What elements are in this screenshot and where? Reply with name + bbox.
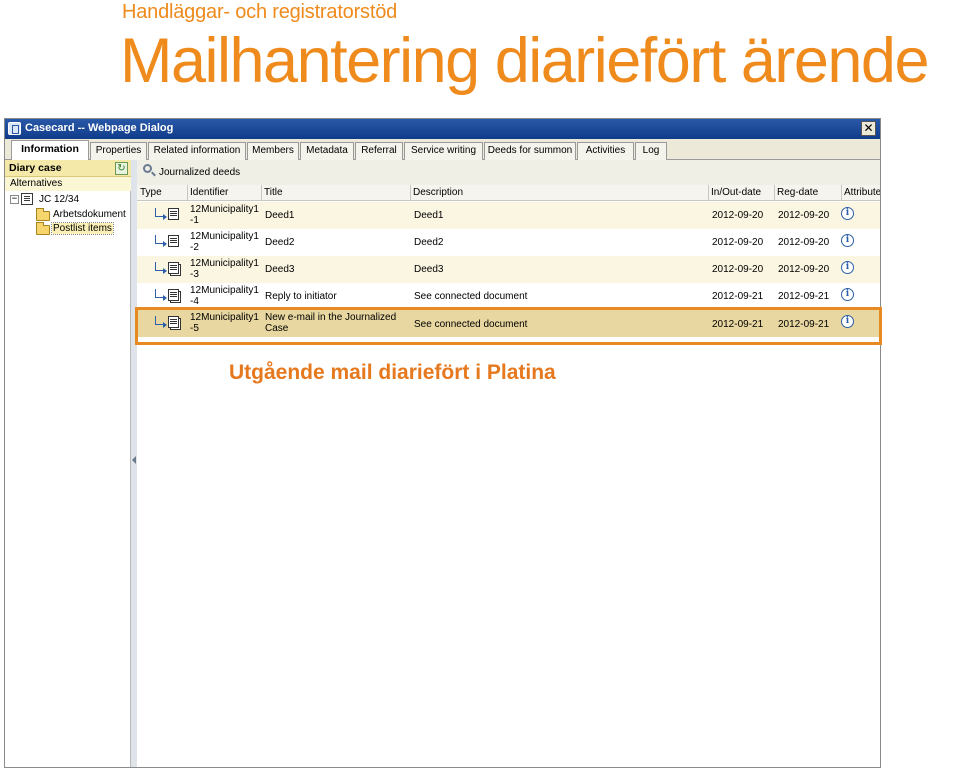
description-cell: Deed2 — [414, 237, 444, 248]
document-icon — [168, 235, 179, 247]
identifier-line2: -4 — [190, 296, 199, 307]
title-cell: Deed2 — [265, 237, 295, 248]
tab-properties[interactable]: Properties — [90, 142, 147, 160]
tab-bar: Information Properties Related informati… — [5, 139, 880, 161]
identifier-line1: 12Municipality1 — [190, 231, 259, 242]
info-icon[interactable]: i — [841, 315, 854, 328]
identifier-line2: -5 — [190, 323, 199, 334]
tab-information[interactable]: Information — [11, 140, 89, 161]
inout-date-cell: 2012-09-20 — [712, 210, 764, 221]
identifier-line2: -2 — [190, 242, 199, 253]
inout-date-cell: 2012-09-21 — [712, 291, 764, 302]
folder-open-icon — [36, 222, 50, 235]
column-attribute[interactable]: Attribute — [841, 185, 880, 201]
inout-date-cell: 2012-09-20 — [712, 264, 764, 275]
tab-related-information[interactable]: Related information — [148, 142, 246, 160]
column-title[interactable]: Title — [261, 185, 410, 201]
identifier-line2: -3 — [190, 269, 199, 280]
identifier-line2: -1 — [190, 215, 199, 226]
slide-title: Mailhantering diariefört ärende — [120, 26, 930, 96]
description-cell: Deed1 — [414, 210, 444, 221]
table-header: Type Identifier Title Description In/Out… — [137, 185, 880, 201]
info-icon[interactable]: i — [841, 207, 854, 220]
slide-subtitle: Handläggar- och registratorstöd — [122, 1, 398, 23]
tree-item-postlist-items[interactable]: Postlist items — [51, 222, 114, 235]
outgoing-arrow-icon — [155, 208, 167, 220]
info-icon[interactable]: i — [841, 288, 854, 301]
documents-icon — [168, 316, 179, 328]
description-cell: Deed3 — [414, 264, 444, 275]
tab-activities[interactable]: Activities — [577, 142, 634, 160]
outgoing-arrow-icon — [155, 262, 167, 274]
title-cell: Deed3 — [265, 264, 295, 275]
identifier-line1: 12Municipality1 — [190, 204, 259, 215]
table-row[interactable]: 12Municipality1 -3 Deed3 Deed3 2012-09-2… — [137, 256, 880, 283]
dialog-titlebar: Casecard -- Webpage Dialog ✕ — [5, 119, 880, 139]
search-icon[interactable] — [143, 164, 152, 173]
column-reg-date[interactable]: Reg-date — [774, 185, 841, 201]
info-icon[interactable]: i — [841, 234, 854, 247]
document-icon — [168, 208, 179, 220]
tree-item-arbetsdokument[interactable]: Arbetsdokument — [53, 209, 126, 220]
title-cell: Deed1 — [265, 210, 295, 221]
tab-members[interactable]: Members — [247, 142, 299, 160]
reg-date-cell: 2012-09-20 — [778, 237, 830, 248]
annotation-label: Utgående mail diariefört i Platina — [229, 361, 556, 384]
column-identifier[interactable]: Identifier — [187, 185, 261, 201]
info-icon[interactable]: i — [841, 261, 854, 274]
casecard-dialog: Casecard -- Webpage Dialog ✕ Information… — [4, 118, 881, 768]
reg-date-cell: 2012-09-20 — [778, 210, 830, 221]
dialog-title: Casecard -- Webpage Dialog — [25, 122, 174, 134]
column-inout-date[interactable]: In/Out-date — [708, 185, 774, 201]
deeds-header-label: Journalized deeds — [159, 167, 241, 178]
reg-date-cell: 2012-09-21 — [778, 319, 830, 330]
case-tree-pane: Diary case ↻ Alternatives − JC 12/34 Arb… — [5, 160, 131, 767]
tab-referral[interactable]: Referral — [355, 142, 403, 160]
window-icon — [8, 122, 21, 135]
tree-collapse-toggle[interactable]: − — [10, 195, 19, 204]
deeds-header: Journalized deeds — [137, 160, 880, 185]
outgoing-arrow-icon — [155, 235, 167, 247]
folder-icon — [36, 208, 50, 221]
tab-service-writing[interactable]: Service writing — [404, 142, 483, 160]
tab-log[interactable]: Log — [635, 142, 667, 160]
title-line2: Case — [265, 323, 289, 334]
table-row[interactable]: 12Municipality1 -4 Reply to initiator Se… — [137, 283, 880, 310]
title-line1: New e-mail in the Journalized — [265, 312, 397, 323]
documents-icon — [168, 262, 179, 274]
column-description[interactable]: Description — [410, 185, 708, 201]
tree-header-label: Diary case — [9, 162, 62, 174]
tree-header: Diary case ↻ — [5, 160, 131, 177]
refresh-icon[interactable]: ↻ — [115, 162, 128, 175]
identifier-line1: 12Municipality1 — [190, 285, 259, 296]
documents-icon — [168, 289, 179, 301]
reg-date-cell: 2012-09-21 — [778, 291, 830, 302]
tree-root-label[interactable]: JC 12/34 — [39, 194, 79, 205]
inout-date-cell: 2012-09-20 — [712, 237, 764, 248]
tab-deeds-for-summon[interactable]: Deeds for summon — [484, 142, 576, 160]
outgoing-arrow-icon — [155, 316, 167, 328]
table-row[interactable]: 12Municipality1 -2 Deed2 Deed2 2012-09-2… — [137, 229, 880, 256]
deeds-pane: Journalized deeds Type Identifier Title … — [137, 160, 880, 767]
description-cell: See connected document — [414, 291, 528, 302]
description-cell: See connected document — [414, 319, 528, 330]
identifier-line1: 12Municipality1 — [190, 258, 259, 269]
title-cell: Reply to initiator — [265, 291, 337, 302]
alternatives-link[interactable]: Alternatives — [5, 177, 131, 191]
case-icon — [21, 193, 33, 205]
reg-date-cell: 2012-09-20 — [778, 264, 830, 275]
column-type[interactable]: Type — [138, 185, 186, 201]
table-row[interactable]: 12Municipality1 -1 Deed1 Deed1 2012-09-2… — [137, 202, 880, 229]
slide: Handläggar- och registratorstöd Mailhant… — [0, 0, 960, 769]
collapse-arrow-icon[interactable] — [132, 456, 136, 464]
close-icon[interactable]: ✕ — [861, 121, 876, 136]
identifier-line1: 12Municipality1 — [190, 312, 259, 323]
inout-date-cell: 2012-09-21 — [712, 319, 764, 330]
outgoing-arrow-icon — [155, 289, 167, 301]
tab-metadata[interactable]: Metadata — [300, 142, 354, 160]
table-row-selected[interactable]: 12Municipality1 -5 New e-mail in the Jou… — [137, 310, 880, 337]
